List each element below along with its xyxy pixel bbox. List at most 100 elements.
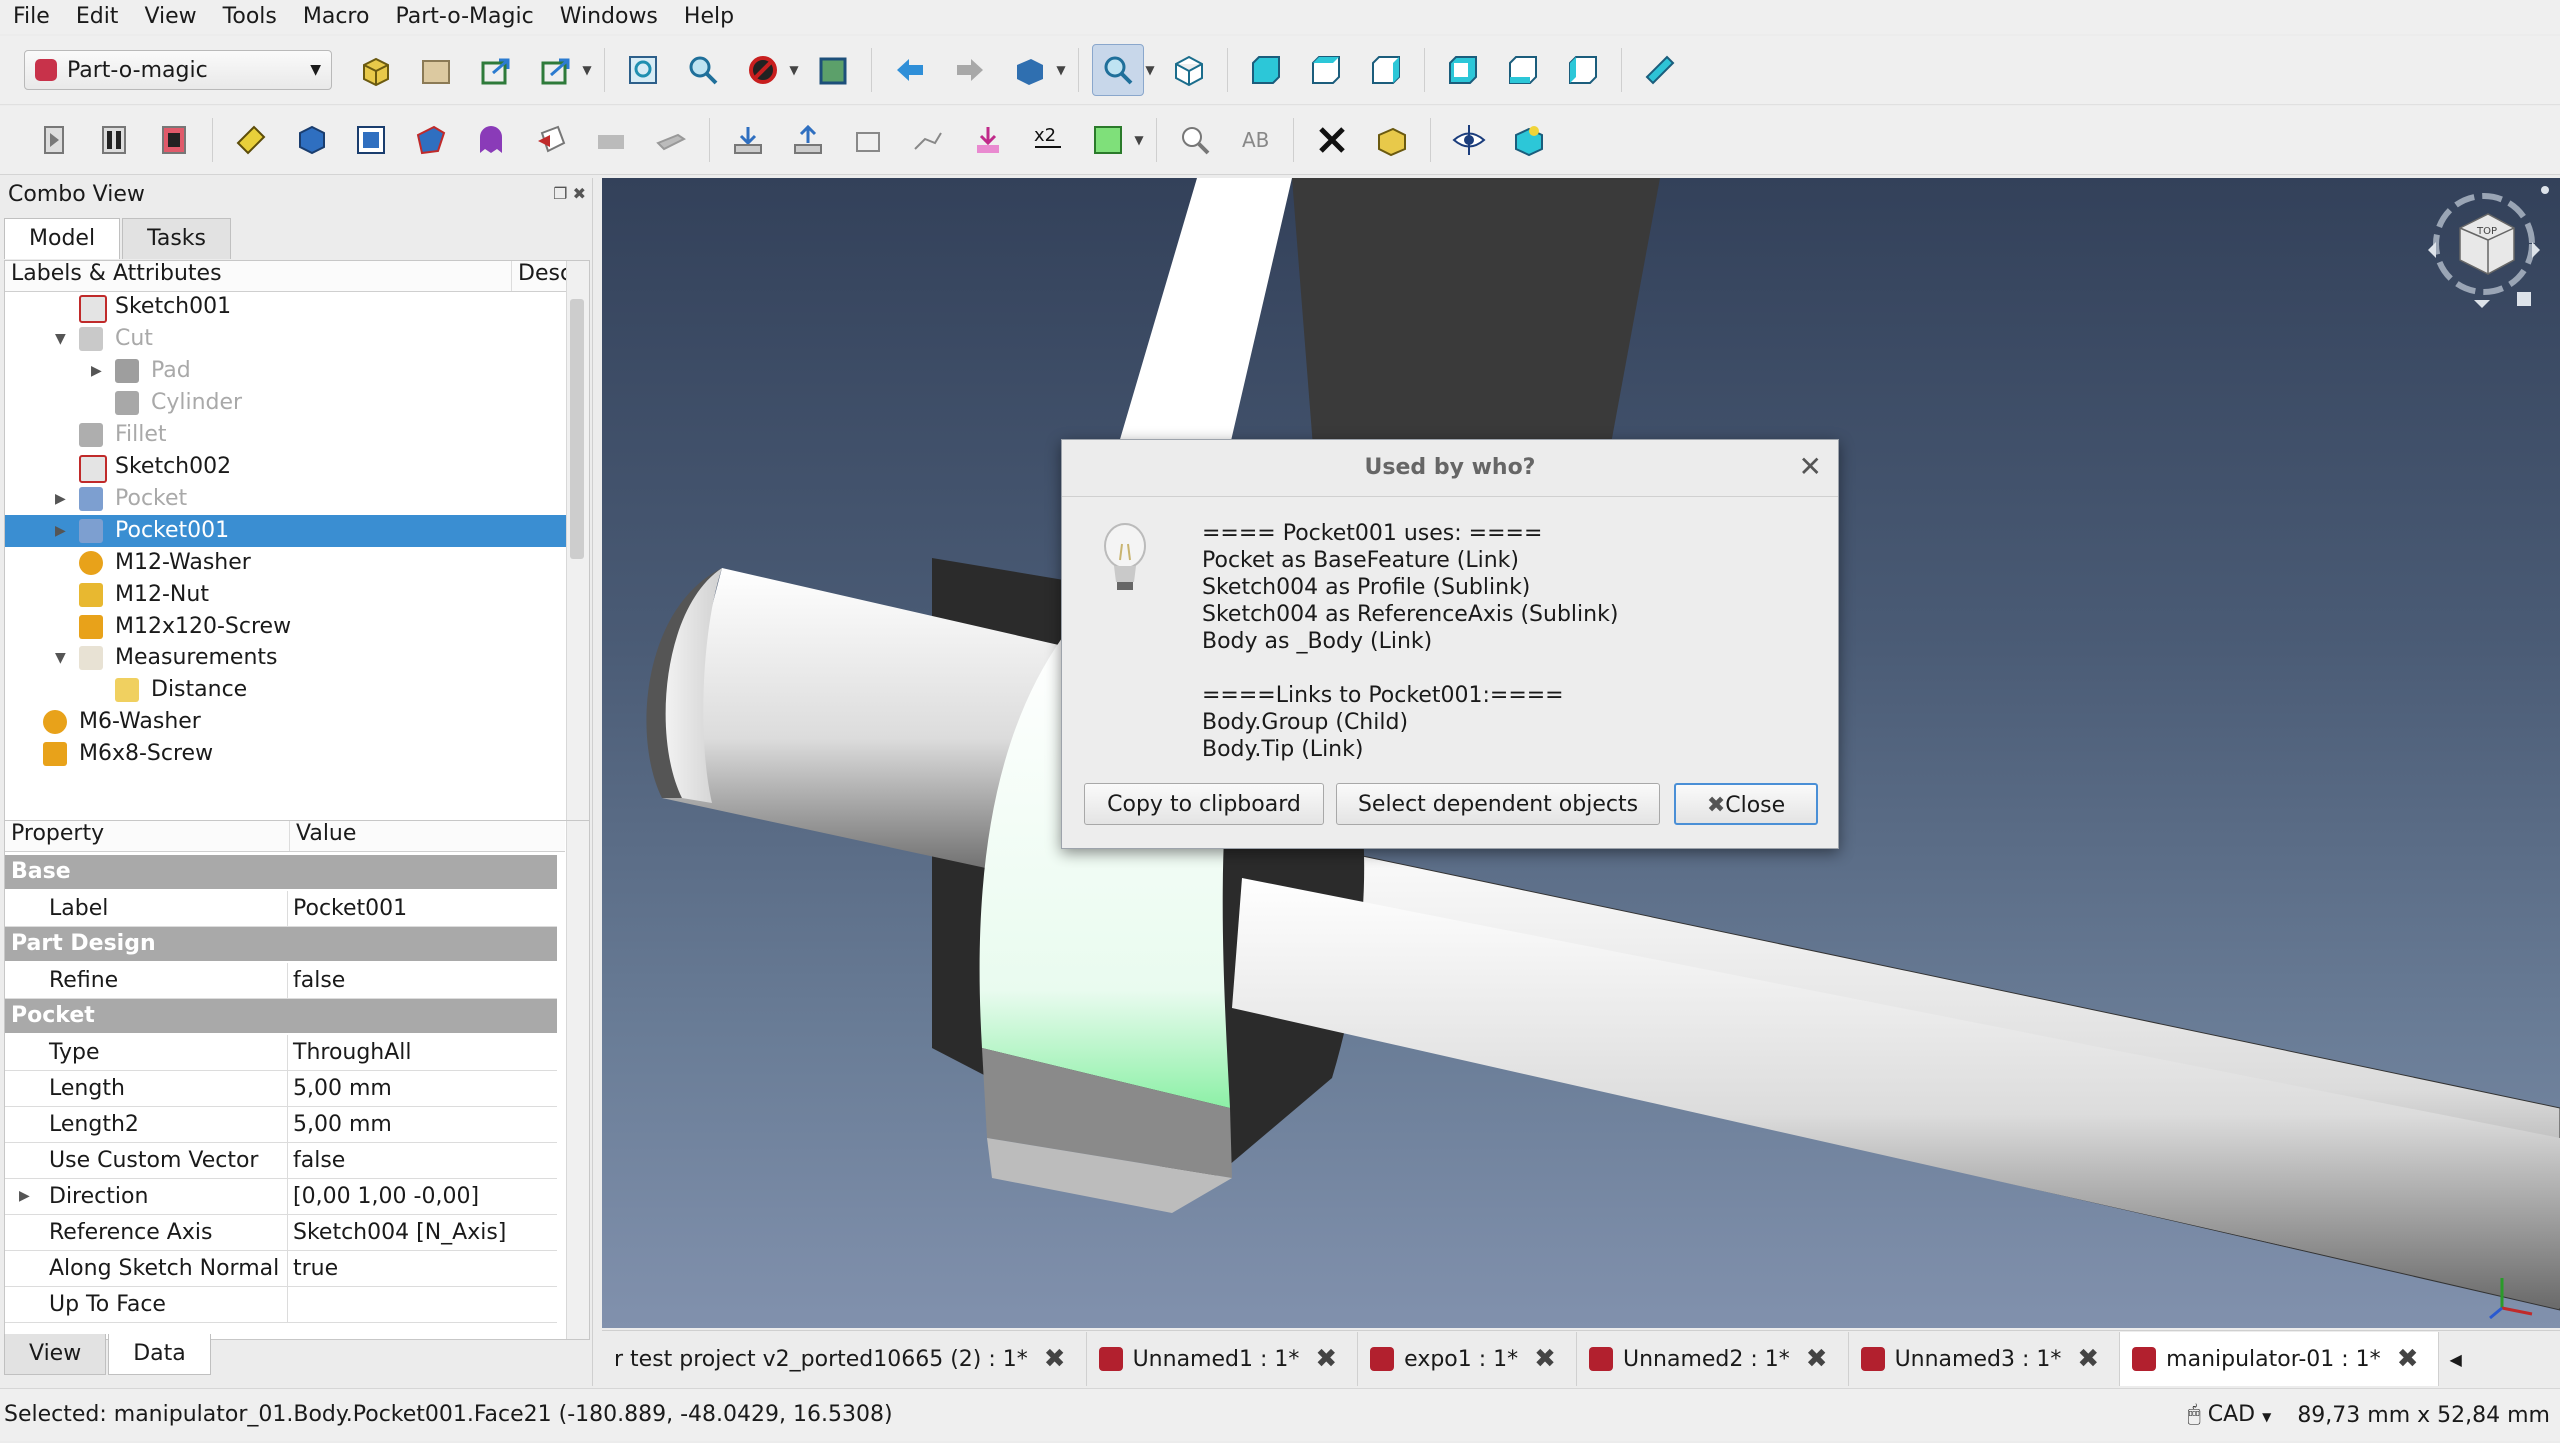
tree-item[interactable]: Distance [5, 674, 567, 706]
close-icon[interactable]: ✖ [573, 184, 586, 203]
float-icon[interactable]: ❐ [553, 184, 567, 203]
chevron-right-icon[interactable]: ▶ [19, 1179, 30, 1214]
duplicate-button[interactable] [1367, 115, 1417, 165]
property-row[interactable]: Label Pocket001 [5, 891, 557, 927]
navigation-style-selector[interactable]: 🖱 CAD ▼ [2188, 1389, 2272, 1443]
document-tab[interactable]: Unnamed1 : 1* ✖ [1087, 1332, 1359, 1386]
exporter-button[interactable] [646, 115, 696, 165]
body-button[interactable] [286, 115, 336, 165]
morph-button[interactable] [526, 115, 576, 165]
bottom-view-button[interactable] [1498, 45, 1548, 95]
menu-part-o-magic[interactable]: Part-o-Magic [382, 0, 546, 34]
back-button[interactable] [885, 45, 935, 95]
tree-item[interactable]: ▶ Pad [5, 355, 567, 387]
leave-object-button[interactable] [149, 115, 199, 165]
chevron-right-icon[interactable]: ▶ [55, 515, 66, 547]
scrollbar-thumb[interactable] [570, 299, 584, 559]
copy-to-clipboard-button[interactable]: Copy to clipboard [1084, 783, 1324, 825]
front-view-button[interactable] [1241, 45, 1291, 95]
tree-item[interactable]: Sketch002 [5, 451, 567, 483]
enter-object-button[interactable] [29, 115, 79, 165]
right-view-button[interactable] [1361, 45, 1411, 95]
property-group-header[interactable]: Part Design [5, 927, 557, 961]
shape-binder-button[interactable] [723, 115, 773, 165]
measure-button[interactable] [1635, 45, 1685, 95]
xray-button[interactable] [586, 115, 636, 165]
forward-button[interactable] [945, 45, 995, 95]
tree-item[interactable]: ▶ Pocket001 [5, 514, 567, 547]
property-row[interactable]: Along Sketch Normal true [5, 1251, 557, 1287]
zoom-box-button[interactable] [1092, 44, 1144, 96]
top-view-button[interactable] [1301, 45, 1351, 95]
tab-scroll-left-icon[interactable]: ◀ [2449, 1350, 2461, 1369]
tree-item[interactable]: ▼ Measurements [5, 642, 567, 674]
close-icon[interactable]: ✖ [2077, 1344, 2099, 1374]
property-row[interactable]: Type ThroughAll [5, 1035, 557, 1071]
property-row[interactable]: Length2 5,00 mm [5, 1107, 557, 1143]
tab-view[interactable]: View [4, 1334, 107, 1375]
tree-header-labels[interactable]: Labels & Attributes [5, 261, 512, 291]
menu-tools[interactable]: Tools [210, 0, 290, 34]
draw-style-button[interactable] [738, 45, 788, 95]
tree-item[interactable]: M12x120-Screw [5, 611, 567, 643]
fit-selection-button[interactable] [678, 45, 728, 95]
select-dependent-objects-button[interactable]: Select dependent objects [1336, 783, 1660, 825]
workbench-selector[interactable]: Part-o-magic ▼ [24, 50, 332, 90]
tab-model[interactable]: Model [4, 218, 121, 259]
isometric-button[interactable] [1164, 45, 1214, 95]
dialog-close-icon[interactable]: ✕ [1799, 452, 1822, 482]
menu-file[interactable]: File [0, 0, 63, 34]
new-container-button[interactable] [351, 45, 401, 95]
property-value[interactable]: Pocket001 [293, 891, 407, 926]
part-container-button[interactable] [346, 115, 396, 165]
module-button[interactable] [226, 115, 276, 165]
tree-item[interactable]: M12-Nut [5, 579, 567, 611]
export-button[interactable] [471, 45, 521, 95]
menu-help[interactable]: Help [671, 0, 747, 34]
menu-view[interactable]: View [131, 0, 209, 34]
tab-tasks[interactable]: Tasks [122, 218, 232, 259]
chevron-down-icon[interactable]: ▼ [1132, 133, 1146, 147]
flat-view-button[interactable] [1504, 115, 1554, 165]
property-value[interactable]: 5,00 mm [293, 1107, 392, 1142]
menu-edit[interactable]: Edit [63, 0, 132, 34]
tree-scrollbar[interactable] [566, 261, 589, 823]
property-value[interactable]: false [293, 963, 345, 998]
document-tab[interactable]: manipulator-01 : 1* ✖ [2120, 1332, 2440, 1386]
property-value[interactable]: ThroughAll [293, 1035, 412, 1070]
property-value[interactable]: true [293, 1251, 338, 1286]
rear-view-button[interactable] [1438, 45, 1488, 95]
chevron-down-icon[interactable]: ▼ [1143, 63, 1157, 77]
property-row[interactable]: ▶ Direction [0,00 1,00 -0,00] [5, 1179, 557, 1215]
close-icon[interactable]: ✖ [1534, 1344, 1556, 1374]
property-row[interactable]: Length 5,00 mm [5, 1071, 557, 1107]
chevron-down-icon[interactable]: ▼ [55, 323, 66, 355]
navigation-cube[interactable] [2428, 186, 2549, 308]
property-row[interactable]: Up To Face [5, 1287, 557, 1323]
document-tab[interactable]: r test project v2_ported10665 (2) : 1* ✖ [602, 1332, 1087, 1386]
chevron-right-icon[interactable]: ▶ [55, 483, 66, 515]
menu-windows[interactable]: Windows [547, 0, 671, 34]
tree-item[interactable]: M6-Washer [5, 706, 567, 738]
lattice-button[interactable] [903, 115, 953, 165]
tree-item[interactable]: Fillet [5, 419, 567, 451]
export-shape-button[interactable] [783, 115, 833, 165]
tree-item[interactable]: ▼ Cut [5, 323, 567, 355]
tree-replace-button[interactable] [1083, 115, 1133, 165]
feature-button[interactable] [406, 115, 456, 165]
property-value[interactable]: Sketch004 [N_Axis] [293, 1215, 506, 1250]
chevron-down-icon[interactable]: ▼ [1054, 63, 1068, 77]
tree-header-desc[interactable]: Desc [512, 261, 572, 291]
close-icon[interactable]: ✖ [1315, 1344, 1337, 1374]
property-row[interactable]: Reference Axis Sketch004 [N_Axis] [5, 1215, 557, 1251]
select-dependent-button[interactable] [963, 115, 1013, 165]
chevron-down-icon[interactable]: ▼ [787, 63, 801, 77]
property-group-header[interactable]: Pocket [5, 999, 557, 1033]
property-row[interactable]: Refine false [5, 963, 557, 999]
close-button[interactable]: ✖Close [1674, 783, 1818, 825]
sync-view-button[interactable] [1005, 45, 1055, 95]
property-group-header[interactable]: Base [5, 855, 557, 889]
tree-item[interactable]: Cylinder [5, 387, 567, 419]
close-icon[interactable]: ✖ [1044, 1344, 1066, 1374]
menu-macro[interactable]: Macro [290, 0, 383, 34]
